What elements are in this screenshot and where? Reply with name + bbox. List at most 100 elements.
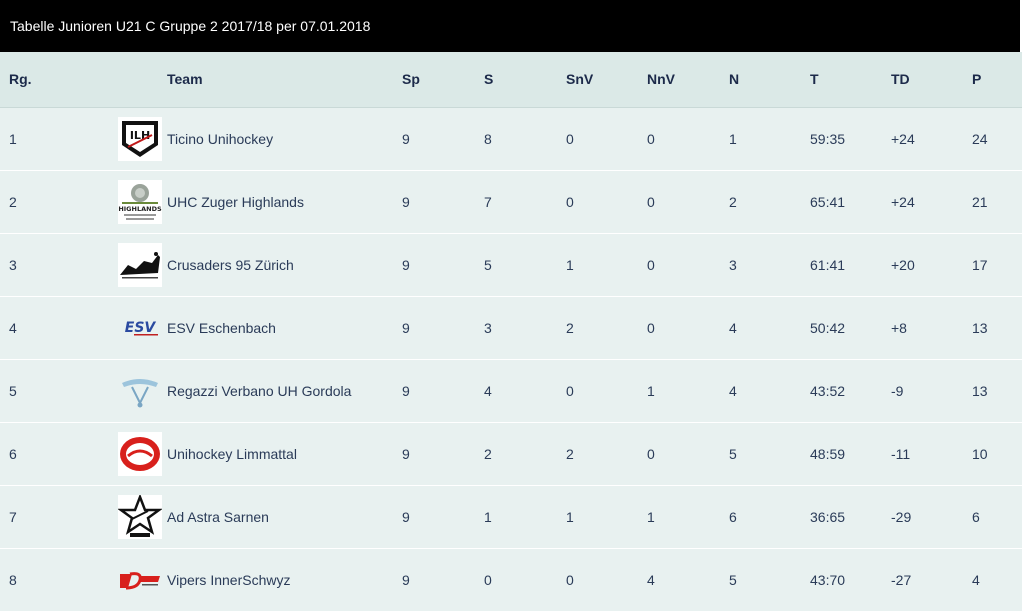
p-cell: 17 (972, 257, 988, 273)
nnv-cell: 1 (647, 383, 655, 399)
td-cell: +20 (891, 257, 915, 273)
table-row: 6 Unihockey Limmattal 9 2 2 0 5 48:59 -1… (0, 423, 1022, 486)
table-row: 4 ESV ESV Eschenbach 9 3 2 0 4 50:42 +8 … (0, 297, 1022, 360)
td-cell: -9 (891, 383, 904, 399)
regazzi-verbano-logo-icon[interactable] (118, 369, 162, 413)
sp-cell: 9 (402, 572, 410, 588)
t-cell: 50:42 (810, 320, 846, 336)
ticino-unihockey-logo-icon[interactable]: ILH (118, 117, 162, 161)
snv-cell: 2 (566, 320, 574, 336)
t-cell: 48:59 (810, 446, 846, 462)
n-cell: 6 (729, 509, 737, 525)
sp-cell: 9 (402, 509, 410, 525)
p-cell: 4 (972, 572, 980, 588)
t-cell: 59:35 (810, 131, 846, 147)
header-t[interactable]: T (810, 52, 819, 107)
header-p[interactable]: P (972, 52, 981, 107)
team-name[interactable]: Unihockey Limmattal (167, 423, 297, 485)
snv-cell: 0 (566, 383, 574, 399)
vipers-innerschwyz-logo-icon[interactable] (118, 558, 162, 602)
team-name[interactable]: Regazzi Verbano UH Gordola (167, 360, 351, 422)
s-cell: 8 (484, 131, 492, 147)
ad-astra-sarnen-logo-icon[interactable] (118, 495, 162, 539)
team-name[interactable]: Ticino Unihockey (167, 108, 273, 170)
header-sp[interactable]: Sp (402, 52, 420, 107)
p-cell: 21 (972, 194, 988, 210)
table-row: 5 Regazzi Verbano UH Gordola 9 4 0 1 4 4… (0, 360, 1022, 423)
sp-cell: 9 (402, 194, 410, 210)
td-cell: -29 (891, 509, 912, 525)
snv-cell: 1 (566, 257, 574, 273)
unihockey-limmattal-logo-icon[interactable] (118, 432, 162, 476)
t-cell: 65:41 (810, 194, 846, 210)
t-cell: 61:41 (810, 257, 846, 273)
zuger-highlands-logo-icon[interactable]: HIGHLANDS (118, 180, 162, 224)
nnv-cell: 0 (647, 446, 655, 462)
header-td[interactable]: TD (891, 52, 910, 107)
td-cell: +8 (891, 320, 907, 336)
standings-table: Rg. Team Sp S SnV NnV N T TD P 1 ILH Tic… (0, 52, 1022, 612)
s-cell: 2 (484, 446, 492, 462)
n-cell: 5 (729, 572, 737, 588)
team-name[interactable]: UHC Zuger Highlands (167, 171, 304, 233)
nnv-cell: 4 (647, 572, 655, 588)
team-name[interactable]: Ad Astra Sarnen (167, 486, 269, 548)
p-cell: 24 (972, 131, 988, 147)
s-cell: 7 (484, 194, 492, 210)
esv-logo-text: ESV (125, 320, 157, 336)
td-cell: -27 (891, 572, 912, 588)
snv-cell: 0 (566, 131, 574, 147)
rank-cell: 4 (9, 320, 17, 336)
header-rank[interactable]: Rg. (9, 52, 32, 107)
nnv-cell: 0 (647, 257, 655, 273)
n-cell: 1 (729, 131, 737, 147)
snv-cell: 0 (566, 194, 574, 210)
p-cell: 6 (972, 509, 980, 525)
nnv-cell: 0 (647, 320, 655, 336)
td-cell: +24 (891, 194, 915, 210)
rank-cell: 2 (9, 194, 17, 210)
s-cell: 5 (484, 257, 492, 273)
header-nnv[interactable]: NnV (647, 52, 675, 107)
s-cell: 4 (484, 383, 492, 399)
p-cell: 10 (972, 446, 988, 462)
sp-cell: 9 (402, 320, 410, 336)
sp-cell: 9 (402, 257, 410, 273)
header-snv[interactable]: SnV (566, 52, 593, 107)
s-cell: 1 (484, 509, 492, 525)
snv-cell: 2 (566, 446, 574, 462)
table-row: 1 ILH Ticino Unihockey 9 8 0 0 1 59:35 +… (0, 108, 1022, 171)
rank-cell: 1 (9, 131, 17, 147)
team-name[interactable]: Crusaders 95 Zürich (167, 234, 294, 296)
rank-cell: 6 (9, 446, 17, 462)
team-name[interactable]: ESV Eschenbach (167, 297, 276, 359)
rank-cell: 7 (9, 509, 17, 525)
highlands-logo-text: HIGHLANDS (118, 205, 162, 213)
n-cell: 2 (729, 194, 737, 210)
rank-cell: 8 (9, 572, 17, 588)
esv-eschenbach-logo-icon[interactable]: ESV (118, 306, 162, 350)
td-cell: +24 (891, 131, 915, 147)
nnv-cell: 0 (647, 194, 655, 210)
header-n[interactable]: N (729, 52, 739, 107)
s-cell: 0 (484, 572, 492, 588)
td-cell: -11 (891, 446, 911, 462)
table-row: 8 Vipers InnerSchwyz 9 0 0 4 5 43:70 -27… (0, 549, 1022, 612)
crusaders-logo-icon[interactable] (118, 243, 162, 287)
header-s[interactable]: S (484, 52, 493, 107)
snv-cell: 0 (566, 572, 574, 588)
rank-cell: 5 (9, 383, 17, 399)
nnv-cell: 1 (647, 509, 655, 525)
sp-cell: 9 (402, 131, 410, 147)
n-cell: 4 (729, 320, 737, 336)
rank-cell: 3 (9, 257, 17, 273)
n-cell: 5 (729, 446, 737, 462)
table-row: 2 HIGHLANDS UHC Zuger Highlands 9 7 0 0 … (0, 171, 1022, 234)
sp-cell: 9 (402, 383, 410, 399)
table-row: 7 Ad Astra Sarnen 9 1 1 1 6 36:65 -29 6 (0, 486, 1022, 549)
p-cell: 13 (972, 320, 988, 336)
header-team[interactable]: Team (167, 52, 203, 107)
team-name[interactable]: Vipers InnerSchwyz (167, 549, 290, 611)
t-cell: 43:70 (810, 572, 846, 588)
t-cell: 43:52 (810, 383, 846, 399)
